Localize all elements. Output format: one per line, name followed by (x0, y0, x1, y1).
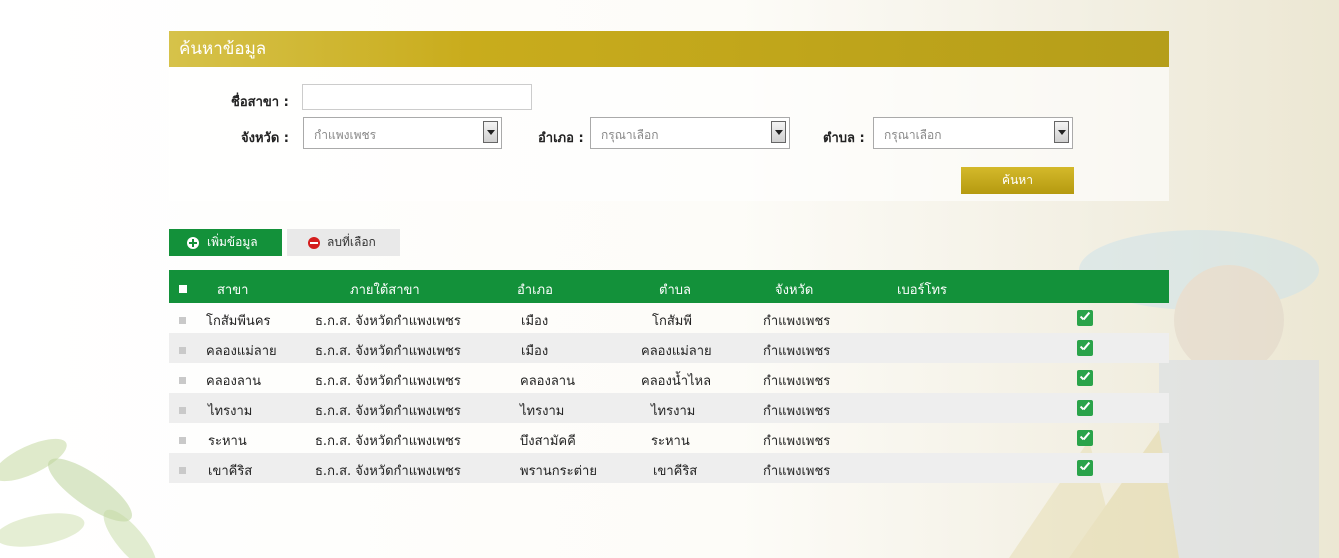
cell-district: เมือง (521, 344, 549, 359)
cell-district: บึงสามัคคี (520, 434, 576, 449)
add-data-label: เพิ่มข้อมูล (207, 235, 258, 249)
column-header-phone: เบอร์โทร (897, 283, 948, 298)
cell-parent-branch: ธ.ก.ส. จังหวัดกำแพงเพชร (315, 314, 461, 329)
district-select[interactable]: กรุณาเลือก (590, 117, 790, 149)
cell-subdistrict: เขาคีริส (653, 464, 698, 479)
cell-province: กำแพงเพชร (763, 344, 831, 359)
table-row: เขาคีริส ธ.ก.ส. จังหวัดกำแพงเพชร พรานกระ… (169, 453, 1169, 483)
cell-branch: โกสัมพีนคร (206, 314, 271, 329)
minus-circle-icon (308, 237, 320, 249)
row-checkbox[interactable] (179, 347, 186, 354)
cell-subdistrict: คลองน้ำไหล (641, 374, 712, 389)
dropdown-arrow-icon[interactable] (483, 121, 498, 143)
delete-selected-button[interactable]: ลบที่เลือก (287, 229, 400, 256)
cell-district: เมือง (521, 314, 549, 329)
table-row: ระหาน ธ.ก.ส. จังหวัดกำแพงเพชร บึงสามัคคี… (169, 423, 1169, 453)
add-data-button[interactable]: เพิ่มข้อมูล (169, 229, 282, 256)
cell-parent-branch: ธ.ก.ส. จังหวัดกำแพงเพชร (315, 404, 461, 419)
row-checkbox[interactable] (179, 467, 186, 474)
search-panel-title: ค้นหาข้อมูล (169, 31, 1169, 67)
dropdown-arrow-icon[interactable] (1054, 121, 1069, 143)
cell-parent-branch: ธ.ก.ส. จังหวัดกำแพงเพชร (315, 434, 461, 449)
cell-branch: คลองแม่ลาย (206, 344, 277, 359)
cell-province: กำแพงเพชร (763, 404, 831, 419)
cell-district: ไทรงาม (520, 404, 565, 419)
row-checkbox[interactable] (179, 407, 186, 414)
background-leaves-decoration (0, 438, 157, 558)
table-row: คลองลาน ธ.ก.ส. จังหวัดกำแพงเพชร คลองลาน … (169, 363, 1169, 393)
cell-parent-branch: ธ.ก.ส. จังหวัดกำแพงเพชร (315, 464, 461, 479)
cell-branch: คลองลาน (206, 374, 261, 389)
search-button[interactable]: ค้นหา (961, 167, 1074, 194)
cell-subdistrict: ไทรงาม (651, 404, 696, 419)
district-label: อำเภอ : (538, 131, 584, 146)
dropdown-arrow-icon[interactable] (771, 121, 786, 143)
table-row: ไทรงาม ธ.ก.ส. จังหวัดกำแพงเพชร ไทรงาม ไท… (169, 393, 1169, 423)
edit-icon[interactable] (1077, 310, 1093, 326)
cell-parent-branch: ธ.ก.ส. จังหวัดกำแพงเพชร (315, 344, 461, 359)
edit-icon[interactable] (1077, 460, 1093, 476)
table-header: สาขา ภายใต้สาขา อำเภอ ตำบล จังหวัด เบอร์… (169, 270, 1169, 303)
column-header-district: อำเภอ (517, 283, 553, 298)
table-row: คลองแม่ลาย ธ.ก.ส. จังหวัดกำแพงเพชร เมือง… (169, 333, 1169, 363)
district-select-value: กรุณาเลือก (601, 128, 659, 142)
delete-selected-label: ลบที่เลือก (327, 235, 376, 249)
edit-icon[interactable] (1077, 340, 1093, 356)
province-select[interactable]: กำแพงเพชร (303, 117, 502, 149)
row-checkbox[interactable] (179, 317, 186, 324)
plus-circle-icon (187, 237, 199, 249)
cell-parent-branch: ธ.ก.ส. จังหวัดกำแพงเพชร (315, 374, 461, 389)
subdistrict-select-value: กรุณาเลือก (884, 128, 942, 142)
cell-province: กำแพงเพชร (763, 314, 831, 329)
cell-subdistrict: คลองแม่ลาย (641, 344, 712, 359)
row-checkbox[interactable] (179, 377, 186, 384)
cell-province: กำแพงเพชร (763, 434, 831, 449)
cell-branch: ระหาน (208, 434, 247, 449)
cell-province: กำแพงเพชร (763, 464, 831, 479)
cell-subdistrict: โกสัมพี (652, 314, 692, 329)
cell-subdistrict: ระหาน (651, 434, 690, 449)
column-header-parent-branch: ภายใต้สาขา (350, 283, 420, 298)
select-all-checkbox[interactable] (179, 285, 187, 293)
subdistrict-select[interactable]: กรุณาเลือก (873, 117, 1073, 149)
branch-name-label: ชื่อสาขา : (231, 95, 289, 110)
row-checkbox[interactable] (179, 437, 186, 444)
branch-name-input[interactable] (302, 84, 532, 110)
column-header-province: จังหวัด (775, 283, 814, 298)
edit-icon[interactable] (1077, 370, 1093, 386)
cell-branch: เขาคีริส (208, 464, 253, 479)
branch-table: สาขา ภายใต้สาขา อำเภอ ตำบล จังหวัด เบอร์… (169, 270, 1169, 483)
cell-province: กำแพงเพชร (763, 374, 831, 389)
subdistrict-label: ตำบล : (823, 131, 865, 146)
cell-district: คลองลาน (520, 374, 575, 389)
province-label: จังหวัด : (241, 131, 290, 146)
province-select-value: กำแพงเพชร (314, 128, 377, 142)
column-header-subdistrict: ตำบล (659, 283, 691, 298)
table-row: โกสัมพีนคร ธ.ก.ส. จังหวัดกำแพงเพชร เมือง… (169, 303, 1169, 333)
cell-branch: ไทรงาม (208, 404, 253, 419)
edit-icon[interactable] (1077, 400, 1093, 416)
cell-district: พรานกระต่าย (520, 464, 597, 479)
column-header-branch: สาขา (217, 283, 249, 298)
edit-icon[interactable] (1077, 430, 1093, 446)
